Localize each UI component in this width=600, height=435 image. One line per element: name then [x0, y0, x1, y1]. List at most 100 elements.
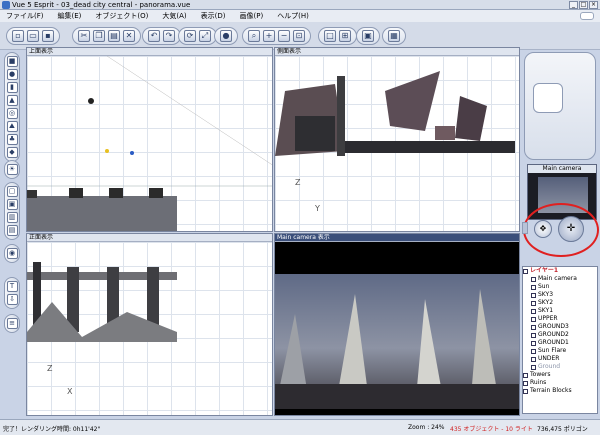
- torus-icon[interactable]: ◎: [6, 108, 18, 119]
- preview-icon[interactable]: ▦: [388, 30, 400, 42]
- intersect-icon[interactable]: ▤: [6, 225, 18, 236]
- menu-help[interactable]: ヘルプ(H): [277, 11, 309, 21]
- menu-object[interactable]: オブジェクト(O): [95, 11, 148, 21]
- tree-item[interactable]: SKY1: [531, 307, 597, 315]
- menu-file[interactable]: ファイル(F): [6, 11, 44, 21]
- copy-icon[interactable]: ❐: [93, 30, 105, 42]
- tree-item[interactable]: SKY2: [531, 299, 597, 307]
- camera-render-scene: [275, 289, 519, 409]
- viewport-camera[interactable]: Main camera 表示: [274, 233, 520, 416]
- tree-group[interactable]: Towers: [523, 371, 597, 379]
- delete-icon[interactable]: ✕: [123, 30, 135, 42]
- light-icon[interactable]: ☀: [6, 164, 18, 175]
- toolbar-group-undo: ↶ ↷: [142, 27, 181, 45]
- single-view-icon[interactable]: □: [324, 30, 336, 42]
- zoom-fit-icon[interactable]: ⊡: [293, 30, 305, 42]
- metablob-icon[interactable]: ◉: [6, 248, 18, 259]
- menu-image[interactable]: 画像(P): [240, 11, 264, 21]
- left-group-misc: ◉: [4, 244, 20, 263]
- panel-expand-icon[interactable]: [522, 222, 528, 234]
- tree-item[interactable]: UNDER: [531, 355, 597, 363]
- left-group-align: ≡: [4, 314, 20, 333]
- toolbar-group-layout: □ ⊞: [318, 27, 357, 45]
- app-icon: [2, 0, 10, 9]
- front-axis-x: X: [67, 387, 73, 396]
- menu-atmosphere[interactable]: 大気(A): [162, 11, 186, 21]
- camera-panel-title: Main camera: [528, 165, 596, 173]
- sphere-icon[interactable]: ●: [6, 69, 18, 80]
- viewport-front-title: 正面表示: [27, 234, 272, 242]
- terrain-icon[interactable]: ⛰: [6, 121, 18, 132]
- cut-icon[interactable]: ✂: [78, 30, 90, 42]
- tree-group[interactable]: Terrain Blocks: [523, 387, 597, 395]
- new-icon[interactable]: ▫: [12, 30, 24, 42]
- tree-item[interactable]: GROUND1: [531, 339, 597, 347]
- quad-view-icon[interactable]: ⊞: [339, 30, 351, 42]
- union-icon[interactable]: ▣: [6, 199, 18, 210]
- minimize-icon[interactable]: _: [569, 1, 578, 9]
- import-icon[interactable]: ⇩: [6, 294, 18, 305]
- tree-item[interactable]: SKY3: [531, 291, 597, 299]
- camera-orbit-icon[interactable]: ✛: [558, 216, 584, 242]
- cylinder-icon[interactable]: ▮: [6, 82, 18, 93]
- paste-icon[interactable]: ▤: [108, 30, 120, 42]
- camera-move-icon[interactable]: ✥: [534, 220, 552, 238]
- camera-render-image: [275, 274, 519, 409]
- title-bar: Vue 5 Esprit - 03_dead city central - pa…: [0, 0, 600, 10]
- toolbar-group-view: ⌕ + − ⊡: [242, 27, 311, 45]
- text-icon[interactable]: T: [6, 281, 18, 292]
- object-icon[interactable]: ●: [220, 30, 232, 42]
- zoom-in-icon[interactable]: +: [263, 30, 275, 42]
- menu-bar: ファイル(F) 編集(E) オブジェクト(O) 大気(A) 表示(D) 画像(P…: [0, 10, 600, 22]
- layer-item[interactable]: レイヤー1: [523, 267, 597, 275]
- group-icon[interactable]: ▢: [6, 186, 18, 197]
- tree-item[interactable]: Ground: [531, 363, 597, 371]
- toolbar-group-file: ▫ ▭ ▪: [6, 27, 60, 45]
- front-axis-z: Z: [47, 364, 53, 373]
- left-group-extra: T ⇩: [4, 277, 20, 309]
- viewport-camera-title: Main camera 表示: [275, 234, 519, 242]
- undo-icon[interactable]: ↶: [148, 30, 160, 42]
- tree-item[interactable]: UPPER: [531, 315, 597, 323]
- align-icon[interactable]: ≡: [6, 318, 18, 329]
- rotate-icon[interactable]: ⟳: [184, 30, 196, 42]
- toolbar-group-object: ●: [214, 27, 238, 45]
- left-group-boolean: ▢ ▣ ▥ ▤: [4, 182, 20, 240]
- open-icon[interactable]: ▭: [27, 30, 39, 42]
- status-objects: 435 オブジェクト - 10 ライト: [450, 426, 533, 433]
- subtract-icon[interactable]: ▥: [6, 212, 18, 223]
- tree-item[interactable]: Main camera: [531, 275, 597, 283]
- side-axis-y: Y: [315, 204, 320, 213]
- close-icon[interactable]: ×: [589, 1, 598, 9]
- status-bar: 完了！レンダリング時間: 0h11'42" Zoom : 24% 435 オブジ…: [0, 419, 600, 435]
- menu-edit[interactable]: 編集(E): [58, 11, 82, 21]
- cone-icon[interactable]: ▲: [6, 95, 18, 106]
- main-toolbar: ▫ ▭ ▪ ✂ ❐ ▤ ✕ ↶ ↷ ⟳ ⤢ ● ⌕ + − ⊡ □ ⊞ ▣ ▦: [0, 22, 600, 50]
- viewport-top[interactable]: 上面表示: [26, 47, 273, 232]
- viewport-side[interactable]: 側面表示 Z Y: [274, 47, 520, 232]
- maximize-icon[interactable]: □: [579, 1, 588, 9]
- side-axis-z: Z: [295, 178, 301, 187]
- rock-icon[interactable]: ◆: [6, 147, 18, 158]
- tree-item[interactable]: GROUND3: [531, 323, 597, 331]
- tree-item[interactable]: GROUND2: [531, 331, 597, 339]
- menu-display[interactable]: 表示(D): [201, 11, 226, 21]
- toolbar-group-transform: ⟳ ⤢: [178, 27, 217, 45]
- save-icon[interactable]: ▪: [42, 30, 54, 42]
- tree-item[interactable]: Sun: [531, 283, 597, 291]
- toolbar-group-render: ▣: [356, 27, 380, 45]
- plant-icon[interactable]: ♣: [6, 134, 18, 145]
- tree-item[interactable]: Sun Flare: [531, 347, 597, 355]
- render-icon[interactable]: ▣: [362, 30, 374, 42]
- cube-icon[interactable]: ■: [6, 56, 18, 67]
- scale-icon[interactable]: ⤢: [199, 30, 211, 42]
- zoom-icon[interactable]: ⌕: [248, 30, 260, 42]
- left-group-lights: ☀: [4, 160, 20, 179]
- redo-icon[interactable]: ↷: [163, 30, 175, 42]
- viewport-front-scene: [27, 262, 177, 342]
- viewport-top-title: 上面表示: [27, 48, 272, 56]
- tree-group[interactable]: Ruins: [523, 379, 597, 387]
- window-controls: _ □ ×: [569, 1, 598, 9]
- zoom-out-icon[interactable]: −: [278, 30, 290, 42]
- viewport-front[interactable]: 正面表示 Z X: [26, 233, 273, 416]
